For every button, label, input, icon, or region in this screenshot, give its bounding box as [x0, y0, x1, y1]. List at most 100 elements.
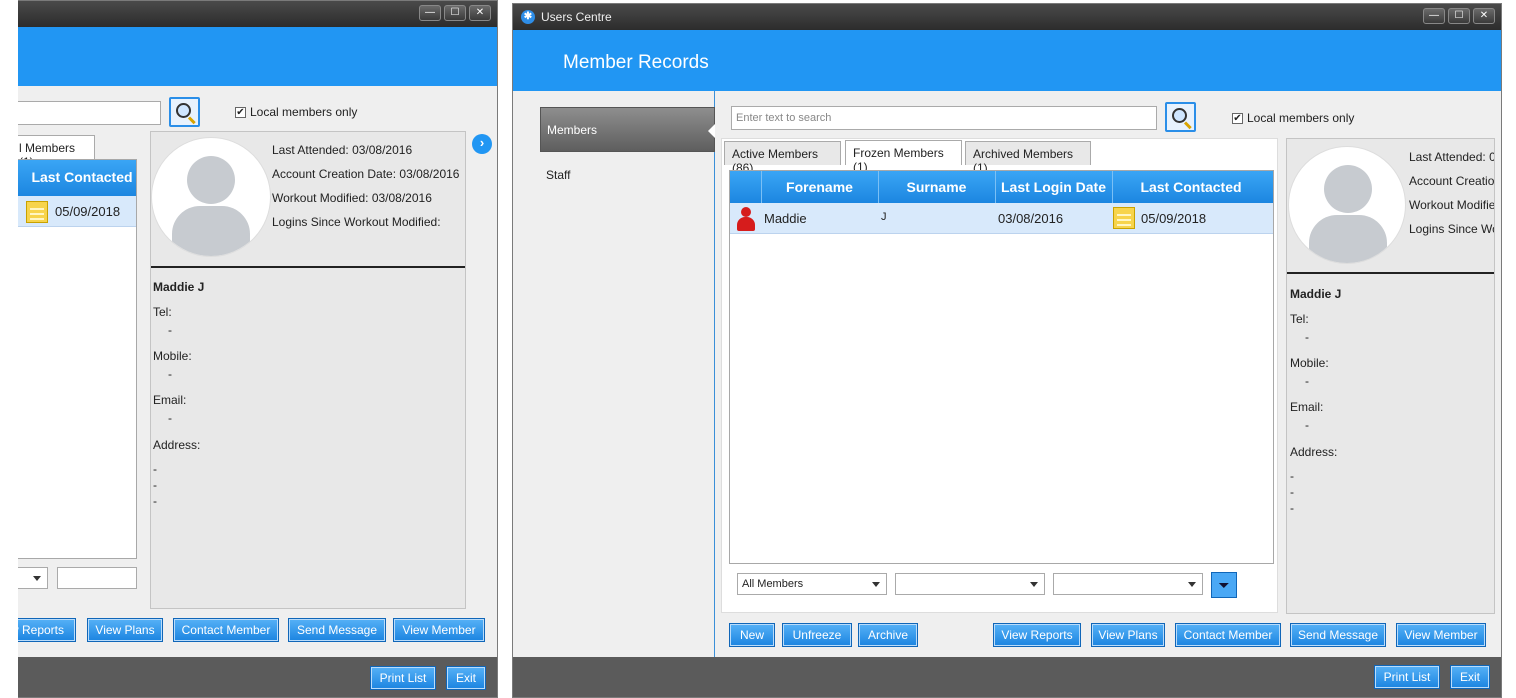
exit-button[interactable]: Exit [1450, 665, 1490, 689]
minimize-button[interactable]: — [419, 5, 441, 21]
users-centre-window: ✱ Users Centre — ☐ ✕ Member Records Memb… [512, 3, 1502, 698]
member-name: Maddie J [153, 280, 205, 294]
close-button[interactable]: ✕ [1473, 8, 1495, 24]
address-line: - [1290, 485, 1294, 499]
tab-archived-members[interactable]: Archived Members (1) [965, 141, 1091, 175]
chevron-down-icon [33, 576, 41, 581]
tab-frozen-members[interactable]: Frozen Members (1) [845, 140, 962, 174]
back-details-panel: Last Attended: 03/08/2016 Account Creati… [150, 131, 466, 609]
back-banner [0, 27, 497, 86]
view-reports-button[interactable]: View Reports [993, 623, 1081, 647]
email-label: Email: [1290, 400, 1324, 414]
maximize-button[interactable]: ☐ [1448, 8, 1470, 24]
column-header-last-login[interactable]: Last Login Date [995, 179, 1112, 195]
column-header-last-contacted[interactable]: Last Contacted [27, 169, 136, 185]
close-button[interactable]: ✕ [469, 5, 491, 21]
window-title: Users Centre [541, 10, 612, 24]
checkbox-box[interactable]: ✔ [235, 106, 246, 118]
contact-member-button[interactable]: Contact Member [173, 618, 279, 642]
forename-cell: Maddie [764, 211, 807, 226]
filter-dropdown-2[interactable] [895, 573, 1045, 595]
search-input[interactable]: Enter text to search [731, 106, 1157, 130]
back-members-grid: Last Contacted 05/09/2018 [0, 159, 137, 559]
tel-value: - [168, 323, 172, 337]
local-members-checkbox[interactable]: ✔ Local members only [1232, 111, 1354, 125]
tel-value: - [1305, 330, 1309, 344]
checkbox-box[interactable]: ✔ [1232, 112, 1243, 124]
search-button[interactable] [1165, 102, 1196, 132]
column-header-forename[interactable]: Forename [761, 179, 878, 195]
last-attended: Last Attended: 03 [1409, 150, 1495, 164]
last-login-cell: 03/08/2016 [998, 211, 1064, 226]
minimize-button[interactable]: — [1423, 8, 1445, 24]
unfreeze-button[interactable]: Unfreeze [782, 623, 852, 647]
tab-active-members[interactable]: Active Members (86) [724, 141, 841, 175]
column-header-last-contacted[interactable]: Last Contacted [1112, 179, 1270, 195]
column-separator [761, 171, 762, 203]
mobile-value: - [1305, 374, 1309, 388]
view-plans-button[interactable]: View Plans [87, 618, 163, 642]
table-row[interactable]: 05/09/2018 [0, 196, 136, 227]
exit-button[interactable]: Exit [446, 666, 486, 690]
table-row[interactable]: Maddie J 03/08/2016 05/09/2018 [730, 203, 1273, 234]
address-line: - [153, 462, 157, 476]
search-icon [176, 103, 191, 118]
view-plans-button[interactable]: View Plans [1091, 623, 1165, 647]
details-divider [1287, 272, 1494, 274]
members-filter-dropdown[interactable]: All Members [737, 573, 887, 595]
search-icon-handle [187, 116, 196, 125]
grid-header: Last Contacted [0, 160, 136, 196]
mobile-value: - [168, 367, 172, 381]
filter-dropdown-3[interactable] [1053, 573, 1203, 595]
avatar [151, 137, 271, 257]
chevron-right-icon[interactable]: › [472, 134, 492, 154]
archive-button[interactable]: Archive [858, 623, 918, 647]
search-icon [1172, 108, 1187, 123]
search-icon-handle [1183, 121, 1192, 130]
details-divider [151, 266, 465, 268]
new-button[interactable]: New [729, 623, 775, 647]
back-window: — ☐ ✕ ✔ Local members only l Members (1)… [0, 0, 498, 698]
email-value: - [168, 411, 172, 425]
window-titlebar: ✱ Users Centre — ☐ ✕ [513, 4, 1501, 30]
tel-label: Tel: [153, 305, 172, 319]
account-creation-date: Account Creation [1409, 174, 1495, 188]
filter-button[interactable]: ⏷ [1211, 572, 1237, 598]
print-list-button[interactable]: Print List [1374, 665, 1440, 689]
search-input[interactable] [0, 101, 161, 125]
address-label: Address: [153, 438, 201, 452]
calendar-icon [26, 201, 48, 223]
checkbox-label: Local members only [250, 105, 358, 119]
view-member-button[interactable]: View Member [393, 618, 485, 642]
address-line: - [153, 494, 157, 508]
maximize-button[interactable]: ☐ [444, 5, 466, 21]
surname-cell: J [881, 211, 887, 223]
member-details-panel: Last Attended: 03 Account Creation Worko… [1286, 138, 1495, 614]
view-member-button[interactable]: View Member [1396, 623, 1486, 647]
send-message-button[interactable]: Send Message [288, 618, 386, 642]
sidebar-item-label: Members [547, 123, 598, 137]
filter-input[interactable] [57, 567, 137, 589]
checkbox-label: Local members only [1247, 111, 1355, 125]
back-window-titlebar: — ☐ ✕ [0, 1, 497, 27]
column-header-surname[interactable]: Surname [878, 179, 995, 195]
print-list-button[interactable]: Print List [370, 666, 436, 690]
filter-icon: ⏷ [1218, 577, 1230, 593]
mobile-label: Mobile: [153, 349, 192, 363]
chevron-down-icon [1030, 582, 1038, 587]
send-message-button[interactable]: Send Message [1290, 623, 1386, 647]
members-filter-value: All Members [742, 578, 804, 590]
search-button[interactable] [169, 97, 200, 127]
sidebar-item-staff[interactable]: Staff [546, 168, 570, 182]
sidebar-item-members[interactable]: Members [540, 107, 715, 152]
local-members-checkbox[interactable]: ✔ Local members only [235, 105, 357, 119]
sidebar: Members Staff [513, 91, 715, 659]
workout-modified: Workout Modified: 03/08/2016 [272, 191, 432, 205]
last-contacted-cell: 05/09/2018 [1141, 211, 1207, 226]
last-contacted-cell: 05/09/2018 [55, 204, 121, 219]
app-icon: ✱ [521, 10, 535, 24]
contact-member-button[interactable]: Contact Member [1175, 623, 1281, 647]
member-name: Maddie J [1290, 287, 1342, 301]
mobile-label: Mobile: [1290, 356, 1329, 370]
chevron-down-icon [1188, 582, 1196, 587]
